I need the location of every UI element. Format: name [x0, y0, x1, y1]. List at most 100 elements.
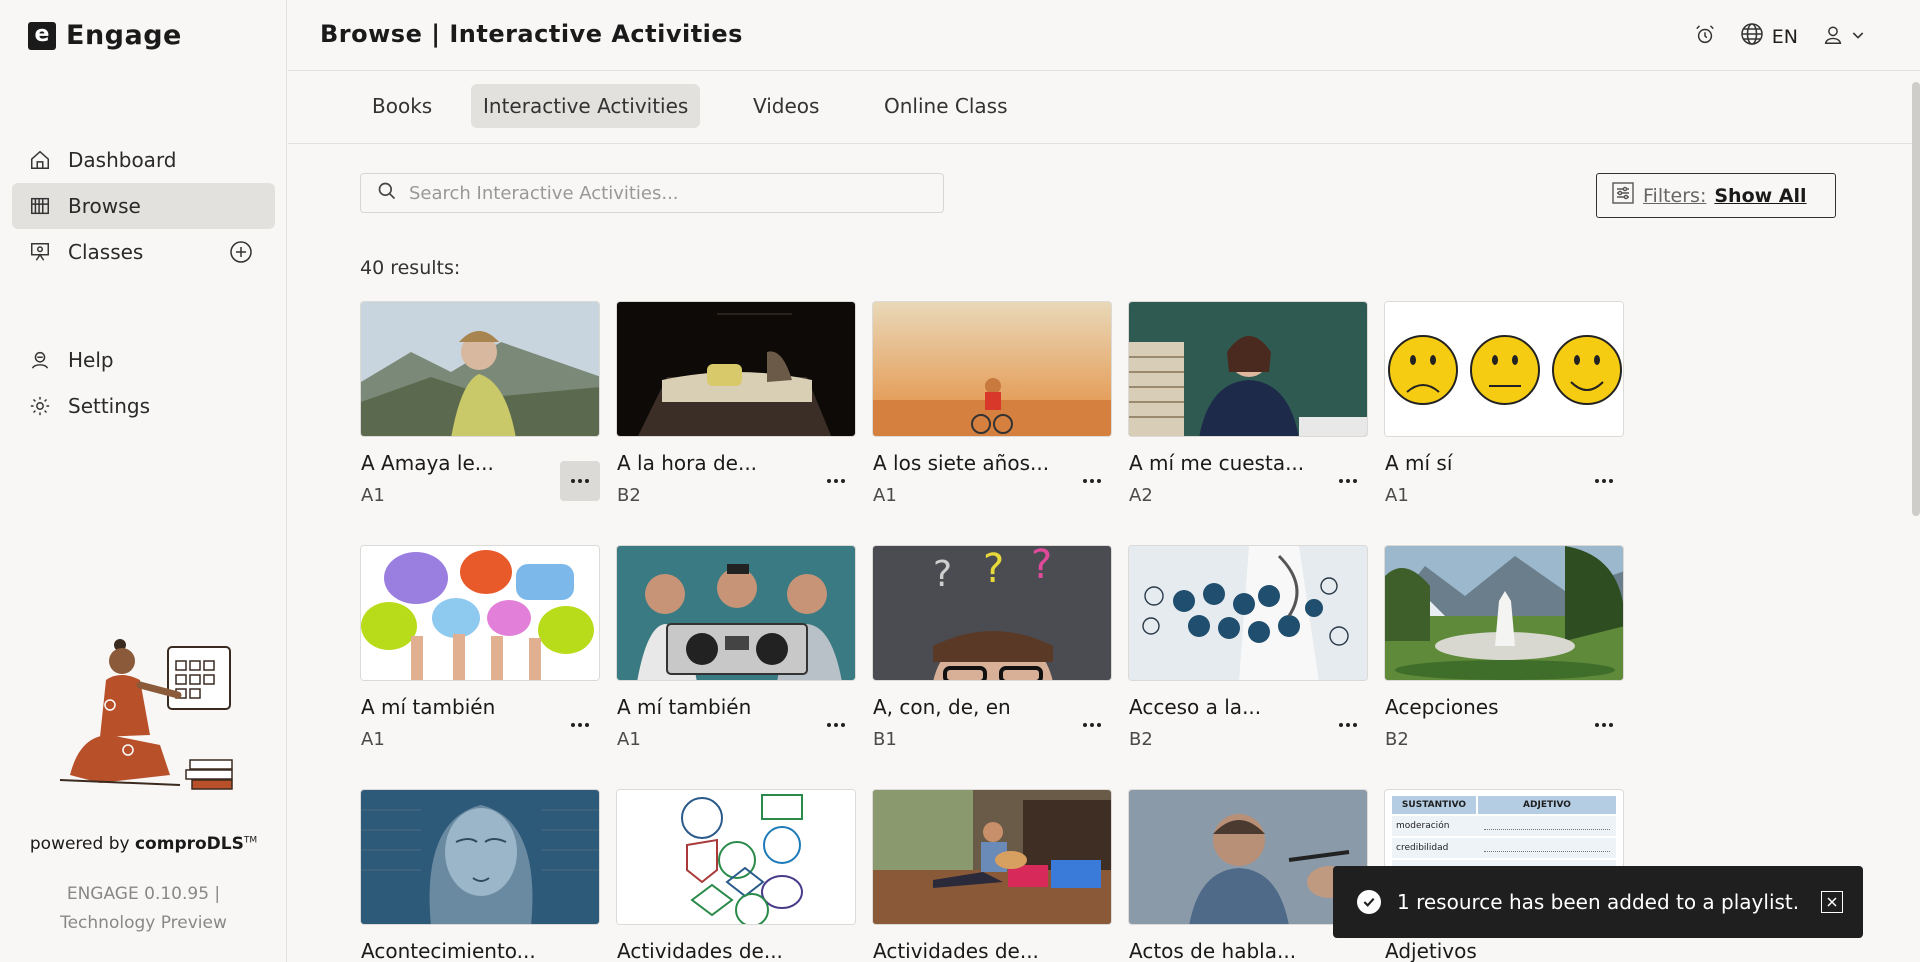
version-line: ENGAGE 0.10.95 |	[66, 884, 221, 904]
activity-card[interactable]: A la hora de... B2	[616, 301, 856, 506]
language-selector[interactable]: EN	[1740, 22, 1798, 51]
more-options-button[interactable]	[1072, 461, 1112, 501]
svg-text:?: ?	[933, 554, 952, 595]
activity-thumbnail[interactable]	[1384, 545, 1624, 681]
sidebar-illustration	[40, 625, 250, 805]
activity-title: A mí también	[361, 695, 496, 719]
ellipsis-icon	[827, 723, 845, 727]
activity-title: Acceso a la...	[1129, 695, 1262, 719]
search-icon	[377, 181, 397, 205]
sidebar-item-dashboard[interactable]: Dashboard	[12, 137, 275, 183]
sidebar-item-label: Browse	[68, 194, 141, 218]
add-class-icon[interactable]	[229, 240, 253, 264]
search-box	[360, 173, 944, 213]
logo-mark: e	[28, 21, 56, 50]
activity-thumbnail[interactable]	[616, 545, 856, 681]
activity-thumbnail[interactable]: ? ? ?	[872, 545, 1112, 681]
sidebar-item-label: Settings	[68, 394, 151, 418]
more-options-button[interactable]	[816, 705, 856, 745]
activity-thumbnail[interactable]	[872, 301, 1112, 437]
search-input[interactable]	[409, 182, 929, 204]
activity-card[interactable]: A mí sí A1	[1384, 301, 1624, 506]
trademark: TM	[243, 835, 258, 846]
activity-card[interactable]: A Amaya le... A1	[360, 301, 600, 506]
activity-card[interactable]: A mí también A1	[616, 545, 856, 750]
activity-thumbnail[interactable]	[616, 301, 856, 437]
filters-button[interactable]: Filters: Show All	[1596, 173, 1836, 218]
ellipsis-icon	[571, 723, 589, 727]
activity-title: Acontecimiento...	[361, 939, 536, 962]
activity-level: A1	[617, 729, 641, 750]
activity-thumbnail[interactable]	[360, 301, 600, 437]
activity-thumbnail[interactable]	[1128, 301, 1368, 437]
sidebar-item-label: Classes	[68, 240, 144, 264]
powered-brand: comproDLS	[134, 834, 244, 854]
activity-title: A mí me cuesta...	[1129, 451, 1305, 475]
sidebar-item-browse[interactable]: Browse	[12, 183, 275, 229]
activity-thumbnail[interactable]	[360, 545, 600, 681]
activity-card[interactable]: Acceso a la... B2	[1128, 545, 1368, 750]
top-header: Browse | Interactive Activities EN	[288, 0, 1920, 71]
gear-icon	[28, 394, 52, 418]
activity-thumbnail[interactable]	[1128, 789, 1368, 925]
more-options-button[interactable]	[1328, 461, 1368, 501]
results-count: 40 results:	[360, 257, 461, 279]
activity-card[interactable]: Actividades de...	[872, 789, 1112, 962]
activity-card[interactable]: Acontecimiento...	[360, 789, 600, 962]
activity-card[interactable]: A mí me cuesta... A2	[1128, 301, 1368, 506]
sidebar-item-classes[interactable]: Classes	[12, 229, 275, 275]
ellipsis-icon	[1339, 723, 1357, 727]
alarm-icon[interactable]	[1694, 24, 1716, 50]
activity-card[interactable]: Actividades de...	[616, 789, 856, 962]
version-info: ENGAGE 0.10.95 | Technology Preview	[0, 880, 287, 938]
sliders-icon	[1611, 181, 1635, 210]
scrollbar-thumb[interactable]	[1912, 82, 1920, 516]
sidebar-item-settings[interactable]: Settings	[12, 383, 275, 429]
activity-thumbnail[interactable]	[872, 789, 1112, 925]
activity-thumbnail[interactable]	[616, 789, 856, 925]
tab-online-class[interactable]: Online Class	[872, 84, 1020, 128]
table-cell: credibilidad	[1396, 843, 1449, 853]
more-options-button[interactable]	[1584, 461, 1624, 501]
ellipsis-icon	[827, 479, 845, 483]
ellipsis-icon	[1595, 723, 1613, 727]
toast-message: 1 resource has been added to a playlist.	[1397, 890, 1800, 914]
sidebar-item-help[interactable]: Help	[12, 337, 275, 383]
activity-thumbnail[interactable]	[1128, 545, 1368, 681]
activity-title: Actividades de...	[617, 939, 783, 962]
tab-books[interactable]: Books	[360, 84, 444, 128]
tab-videos[interactable]: Videos	[741, 84, 831, 128]
more-options-button[interactable]	[560, 705, 600, 745]
powered-by: powered by comproDLSTM	[0, 834, 287, 854]
activity-card[interactable]: Actos de habla...	[1128, 789, 1368, 962]
activity-thumbnail[interactable]	[360, 789, 600, 925]
table-header: ADJETIVO	[1523, 800, 1571, 810]
activity-title: A mí sí	[1385, 451, 1453, 475]
more-options-button[interactable]	[816, 461, 856, 501]
activity-title: Actos de habla...	[1129, 939, 1297, 962]
chevron-down-icon	[1850, 27, 1866, 47]
toast-notification: 1 resource has been added to a playlist.	[1333, 866, 1863, 938]
activity-level: B2	[1129, 729, 1153, 750]
activity-card[interactable]: A mí también A1	[360, 545, 600, 750]
app-name: Engage	[66, 20, 182, 51]
more-options-button[interactable]	[1584, 705, 1624, 745]
sidebar: e Engage Dashboard Browse Classes Help S…	[0, 0, 287, 962]
table-header: SUSTANTIVO	[1392, 796, 1478, 814]
language-label: EN	[1771, 25, 1798, 48]
tab-interactive-activities[interactable]: Interactive Activities	[471, 84, 701, 128]
app-logo[interactable]: e Engage	[28, 20, 182, 51]
activity-card[interactable]: A los siete años... A1	[872, 301, 1112, 506]
more-options-button[interactable]	[560, 461, 600, 501]
activity-card[interactable]: ? ? ? A, con, de, en B1	[872, 545, 1112, 750]
more-options-button[interactable]	[1328, 705, 1368, 745]
activity-thumbnail[interactable]	[1384, 301, 1624, 437]
header-actions: EN	[1694, 22, 1866, 51]
close-icon[interactable]	[1821, 891, 1843, 913]
more-options-button[interactable]	[1072, 705, 1112, 745]
user-menu[interactable]	[1822, 24, 1866, 50]
library-icon	[28, 194, 52, 218]
page-title: Browse | Interactive Activities	[320, 20, 743, 48]
activity-card[interactable]: Acepciones B2	[1384, 545, 1624, 750]
table-cell: moderación	[1396, 821, 1450, 831]
